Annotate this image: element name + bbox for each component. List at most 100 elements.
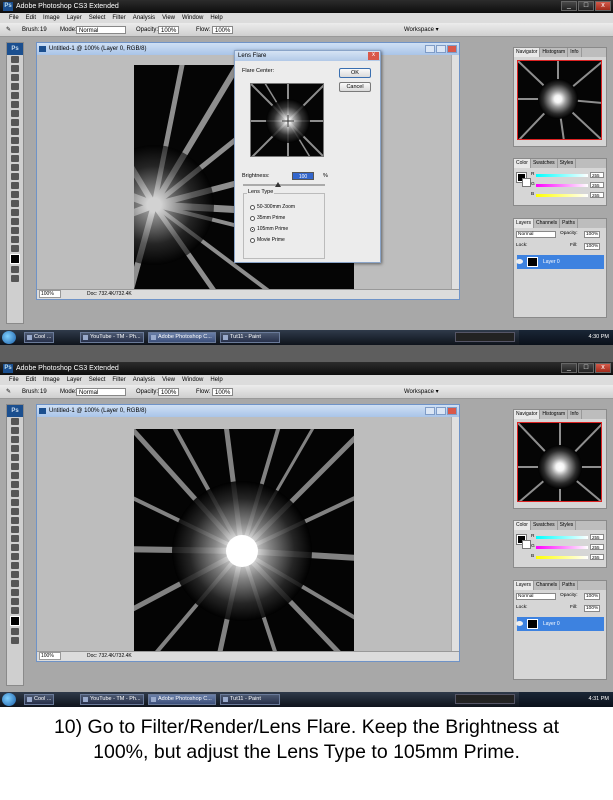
crop-tool-icon[interactable] [11, 454, 19, 461]
lasso-tool-icon[interactable] [11, 74, 19, 81]
layer-row[interactable]: Layer 0 [516, 617, 604, 631]
flow-input[interactable]: 100% [212, 388, 234, 396]
screen-mode-icon[interactable] [11, 275, 19, 282]
tab-swatches[interactable]: Swatches [531, 159, 558, 168]
menu-file[interactable]: File [9, 375, 19, 385]
menu-image[interactable]: Image [43, 13, 60, 23]
brush-tool-icon[interactable]: ✎ [6, 26, 11, 34]
fill-input[interactable]: 100% [584, 605, 601, 612]
stamp-tool-icon[interactable] [11, 490, 19, 497]
healing-tool-icon[interactable] [11, 472, 19, 479]
doc-close-button[interactable] [447, 45, 457, 53]
menu-edit[interactable]: Edit [26, 13, 36, 23]
dodge-tool-icon[interactable] [11, 173, 19, 180]
task-cool[interactable]: Cool ... [24, 332, 54, 343]
zoom-tool-icon[interactable] [11, 607, 19, 614]
tab-info[interactable]: Info [568, 410, 582, 419]
channel-g-slider[interactable] [536, 546, 588, 549]
channel-b-value[interactable]: 255 [590, 192, 604, 198]
tab-styles[interactable]: Styles [558, 159, 577, 168]
tab-paths[interactable]: Paths [560, 219, 578, 228]
fill-input[interactable]: 100% [584, 243, 601, 250]
type-tool-icon[interactable] [11, 553, 19, 560]
task-photoshop[interactable]: Adobe Photoshop C... [148, 694, 216, 705]
notes-tool-icon[interactable] [11, 580, 19, 587]
magic-wand-tool-icon[interactable] [11, 83, 19, 90]
menu-analysis[interactable]: Analysis [133, 13, 155, 23]
path-selection-tool-icon[interactable] [11, 200, 19, 207]
hand-tool-icon[interactable] [11, 236, 19, 243]
menu-window[interactable]: Window [182, 375, 203, 385]
opacity-input[interactable]: 100% [158, 388, 180, 396]
menu-view[interactable]: View [162, 13, 175, 23]
start-button[interactable] [2, 331, 16, 344]
slice-tool-icon[interactable] [11, 101, 19, 108]
doc-minimize-button[interactable] [425, 407, 435, 415]
blur-tool-icon[interactable] [11, 164, 19, 171]
channel-g-slider[interactable] [536, 184, 588, 187]
brightness-slider[interactable] [243, 182, 325, 187]
foreground-color-swatch[interactable] [10, 616, 20, 626]
channel-b-slider[interactable] [536, 194, 588, 197]
quick-mask-icon[interactable] [11, 628, 19, 635]
blur-tool-icon[interactable] [11, 526, 19, 533]
tab-info[interactable]: Info [568, 48, 582, 57]
channel-g-value[interactable]: 255 [590, 182, 604, 188]
task-paint[interactable]: Tut11 - Paint [220, 332, 280, 343]
layer-row[interactable]: Layer 0 [516, 255, 604, 269]
address-toolbar[interactable] [455, 332, 515, 342]
pen-tool-icon[interactable] [11, 544, 19, 551]
vertical-scrollbar[interactable] [451, 55, 459, 289]
menu-file[interactable]: File [9, 13, 19, 23]
tab-layers[interactable]: Layers [514, 581, 535, 590]
tab-channels[interactable]: Channels [534, 219, 561, 228]
eyedropper-tool-icon[interactable] [11, 589, 19, 596]
flare-center-preview[interactable] [250, 83, 324, 157]
lens-option-movie[interactable]: Movie Prime [250, 237, 285, 243]
hand-tool-icon[interactable] [11, 598, 19, 605]
canvas-area[interactable] [37, 417, 451, 651]
doc-minimize-button[interactable] [425, 45, 435, 53]
start-button[interactable] [2, 693, 16, 706]
crop-tool-icon[interactable] [11, 92, 19, 99]
tab-navigator[interactable]: Navigator [514, 48, 541, 57]
mode-select[interactable]: Normal [76, 26, 126, 34]
menu-help[interactable]: Help [210, 13, 222, 23]
doc-close-button[interactable] [447, 407, 457, 415]
opacity-input[interactable]: 100% [158, 26, 180, 34]
layer-opacity-input[interactable]: 100% [584, 593, 601, 600]
magic-wand-tool-icon[interactable] [11, 445, 19, 452]
menu-layer[interactable]: Layer [67, 375, 82, 385]
eye-icon[interactable] [516, 259, 523, 264]
tab-color[interactable]: Color [514, 159, 531, 168]
type-tool-icon[interactable] [11, 191, 19, 198]
brush-size[interactable]: 19 [40, 388, 47, 396]
doc-maximize-button[interactable] [436, 45, 446, 53]
tab-navigator[interactable]: Navigator [514, 410, 541, 419]
brush-tool-icon[interactable] [11, 119, 19, 126]
flow-input[interactable]: 100% [212, 26, 234, 34]
lasso-tool-icon[interactable] [11, 436, 19, 443]
blend-mode-select[interactable]: Normal [516, 231, 556, 238]
doc-maximize-button[interactable] [436, 407, 446, 415]
shape-tool-icon[interactable] [11, 571, 19, 578]
tab-color[interactable]: Color [514, 521, 531, 530]
gradient-tool-icon[interactable] [11, 517, 19, 524]
history-brush-tool-icon[interactable] [11, 499, 19, 506]
lens-option-50-300mm[interactable]: 50-300mm Zoom [250, 204, 295, 210]
move-tool-icon[interactable] [11, 418, 19, 425]
ok-button[interactable]: OK [339, 68, 371, 78]
menu-layer[interactable]: Layer [67, 13, 82, 23]
background-swatch[interactable] [522, 178, 531, 187]
minimize-button[interactable]: _ [561, 1, 577, 11]
mode-select[interactable]: Normal [76, 388, 126, 396]
task-youtube[interactable]: YouTube - TM - Ph... [80, 332, 144, 343]
healing-tool-icon[interactable] [11, 110, 19, 117]
layer-opacity-input[interactable]: 100% [584, 231, 601, 238]
zoom-field[interactable]: 100% [39, 652, 61, 660]
tab-channels[interactable]: Channels [534, 581, 561, 590]
channel-g-value[interactable]: 255 [590, 544, 604, 550]
blend-mode-select[interactable]: Normal [516, 593, 556, 600]
menu-analysis[interactable]: Analysis [133, 375, 155, 385]
menu-image[interactable]: Image [43, 375, 60, 385]
